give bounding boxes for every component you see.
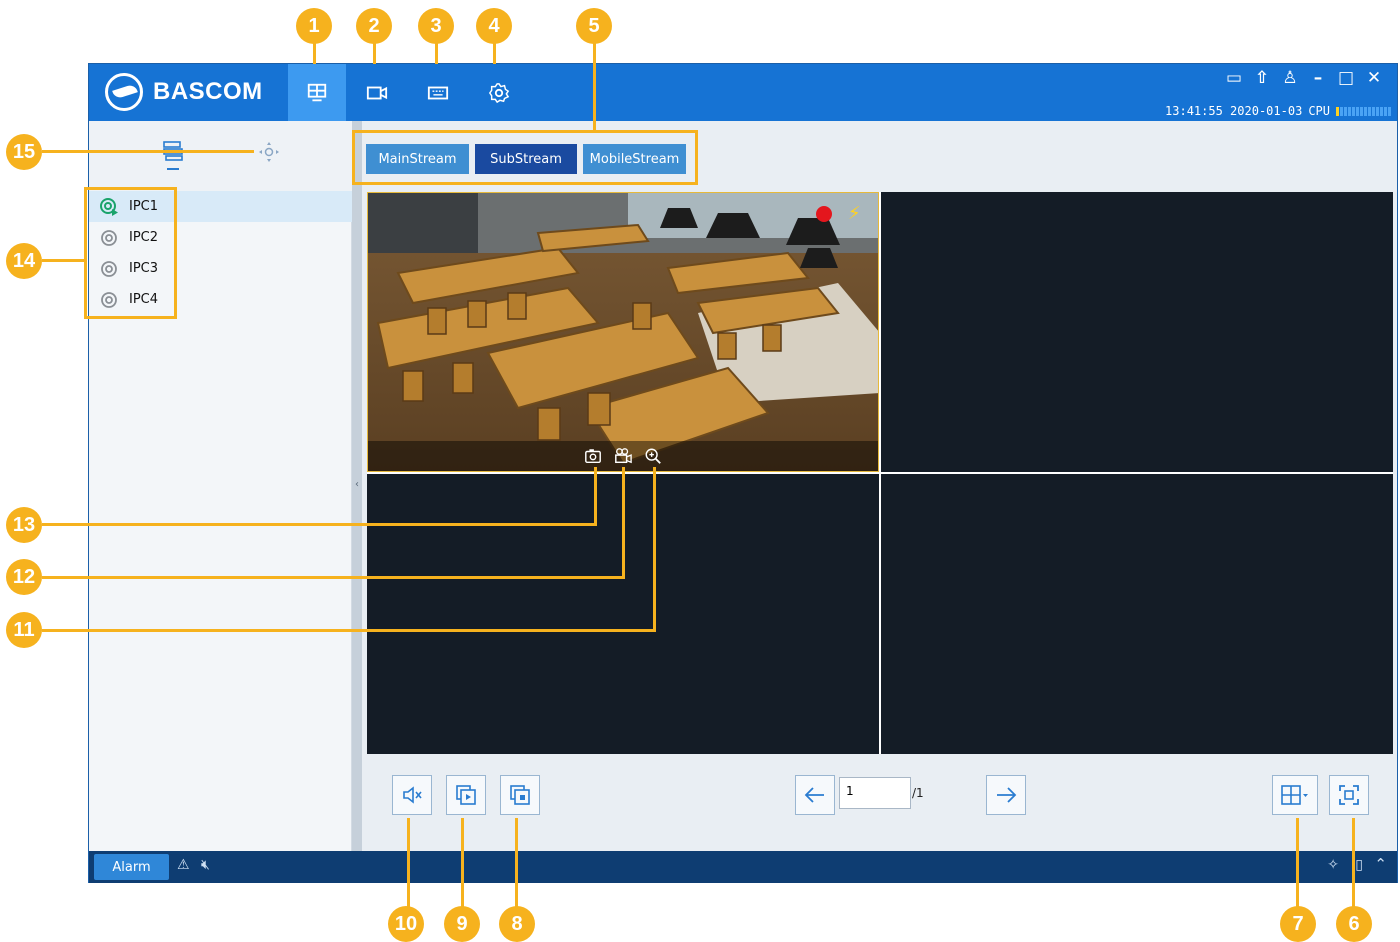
status-bar: Alarm ⚠ 🔇︎ ✧ ▯ ⌃ [89, 851, 1397, 883]
annotation-badge: 5 [576, 8, 612, 44]
annotation-line [1352, 818, 1355, 908]
record-dot-icon [816, 206, 832, 222]
cpu-label: CPU [1308, 104, 1330, 118]
annotation-badge: 11 [6, 612, 42, 648]
annotation-box-devices [84, 187, 177, 319]
annotation-badge: 2 [356, 8, 392, 44]
mute-all-button[interactable] [392, 775, 432, 815]
annotation-line [42, 150, 254, 153]
annotation-line [594, 467, 597, 526]
fullscreen-button[interactable] [1329, 775, 1369, 815]
clock: 13:41:55 2020-01-03 [1165, 104, 1303, 118]
arrow-left-icon [804, 787, 824, 803]
tab-ptz[interactable] [258, 141, 280, 163]
annotation-line [461, 818, 464, 908]
arrow-right-icon [997, 787, 1017, 803]
annotation-badge: 12 [6, 559, 42, 595]
brand-name: BASCOM [153, 78, 263, 105]
annotation-line [42, 259, 84, 262]
alarm-clear-icon[interactable]: ⚠ [177, 857, 190, 873]
split-screen-icon [1281, 785, 1308, 805]
keyboard-icon [427, 86, 449, 99]
maximize-icon[interactable]: □ [1337, 68, 1355, 88]
annotation-badge: 4 [476, 8, 512, 44]
split-screen-button[interactable] [1272, 775, 1318, 815]
annotation-line [653, 467, 656, 632]
mute-icon [403, 786, 422, 804]
annotation-line [593, 42, 596, 130]
annotation-line [622, 467, 625, 579]
prev-page-button[interactable] [795, 775, 835, 815]
gear-icon [488, 82, 510, 103]
record-icon[interactable] [613, 446, 633, 466]
top-bar: BASCOM ▭ ⇧ ♙ – □ ✕ 13:41:55 2020-01-03 C… [89, 64, 1397, 121]
brand-logo: BASCOM [105, 73, 263, 111]
annotation-line [407, 818, 410, 908]
next-page-button[interactable] [986, 775, 1026, 815]
annotation-box-streams [352, 130, 698, 185]
annotation-line [42, 523, 597, 526]
nav-playback[interactable] [348, 64, 406, 121]
alarm-mute-icon[interactable]: 🔇︎ [201, 857, 210, 873]
annotation-line [313, 42, 316, 64]
minimize-icon[interactable]: – [1309, 68, 1327, 88]
sidebar-collapse-handle[interactable]: ‹ [352, 121, 362, 851]
page-input[interactable]: 1 [839, 777, 911, 809]
play-all-icon [456, 785, 476, 805]
app-window: BASCOM ▭ ⇧ ♙ – □ ✕ 13:41:55 2020-01-03 C… [88, 63, 1398, 883]
window-controls: ▭ ⇧ ♙ – □ ✕ [1225, 68, 1383, 88]
grid-icon [307, 83, 327, 101]
fullscreen-icon [1339, 785, 1359, 805]
snapshot-icon[interactable] [583, 446, 603, 466]
video-grid: ⚡ [367, 192, 1393, 754]
zoom-icon[interactable] [643, 446, 663, 466]
page-total: /1 [912, 786, 924, 800]
video-camera-icon [366, 86, 388, 99]
annotation-line [42, 576, 625, 579]
camera-feed-image [368, 193, 878, 471]
panel-icon[interactable]: ▯ [1355, 857, 1363, 873]
nav-live-view[interactable] [288, 64, 346, 121]
nav-remote-device[interactable] [409, 64, 467, 121]
annotation-badge: 10 [388, 906, 424, 942]
start-all-preview-button[interactable] [446, 775, 486, 815]
annotation-badge: 14 [6, 243, 42, 279]
upload-icon[interactable]: ⇧ [1253, 68, 1271, 88]
user-icon[interactable]: ♙ [1281, 68, 1299, 88]
expand-up-icon[interactable]: ⌃ [1374, 855, 1387, 873]
annotation-line [42, 629, 656, 632]
ptz-icon [259, 142, 279, 162]
alarm-button[interactable]: Alarm [94, 854, 169, 880]
system-status: 13:41:55 2020-01-03 CPU [1165, 104, 1391, 118]
annotation-badge: 9 [444, 906, 480, 942]
annotation-badge: 3 [418, 8, 454, 44]
stop-all-preview-button[interactable] [500, 775, 540, 815]
video-cell-4[interactable] [881, 474, 1393, 754]
annotation-badge: 7 [1280, 906, 1316, 942]
stop-all-icon [510, 785, 530, 805]
annotation-line [435, 42, 438, 64]
annotation-badge: 1 [296, 8, 332, 44]
video-cell-2[interactable] [881, 192, 1393, 472]
annotation-badge: 8 [499, 906, 535, 942]
annotation-badge: 15 [6, 134, 42, 170]
annotation-line [373, 42, 376, 64]
pin-icon[interactable]: ✧ [1327, 857, 1339, 873]
cpu-meter [1336, 106, 1391, 116]
logo-mark-icon [105, 73, 143, 111]
device-list-icon [163, 141, 183, 170]
annotation-badge: 6 [1336, 906, 1372, 942]
annotation-line [515, 818, 518, 908]
tab-device-list[interactable] [161, 139, 185, 173]
video-cell-1[interactable]: ⚡ [367, 192, 879, 472]
annotation-line [493, 42, 496, 64]
annotation-line [1296, 818, 1299, 908]
screen-icon[interactable]: ▭ [1225, 68, 1243, 88]
motion-icon: ⚡ [848, 203, 861, 224]
sidebar-tabs [89, 121, 352, 191]
annotation-badge: 13 [6, 507, 42, 543]
nav-settings[interactable] [470, 64, 528, 121]
close-icon[interactable]: ✕ [1365, 68, 1383, 88]
